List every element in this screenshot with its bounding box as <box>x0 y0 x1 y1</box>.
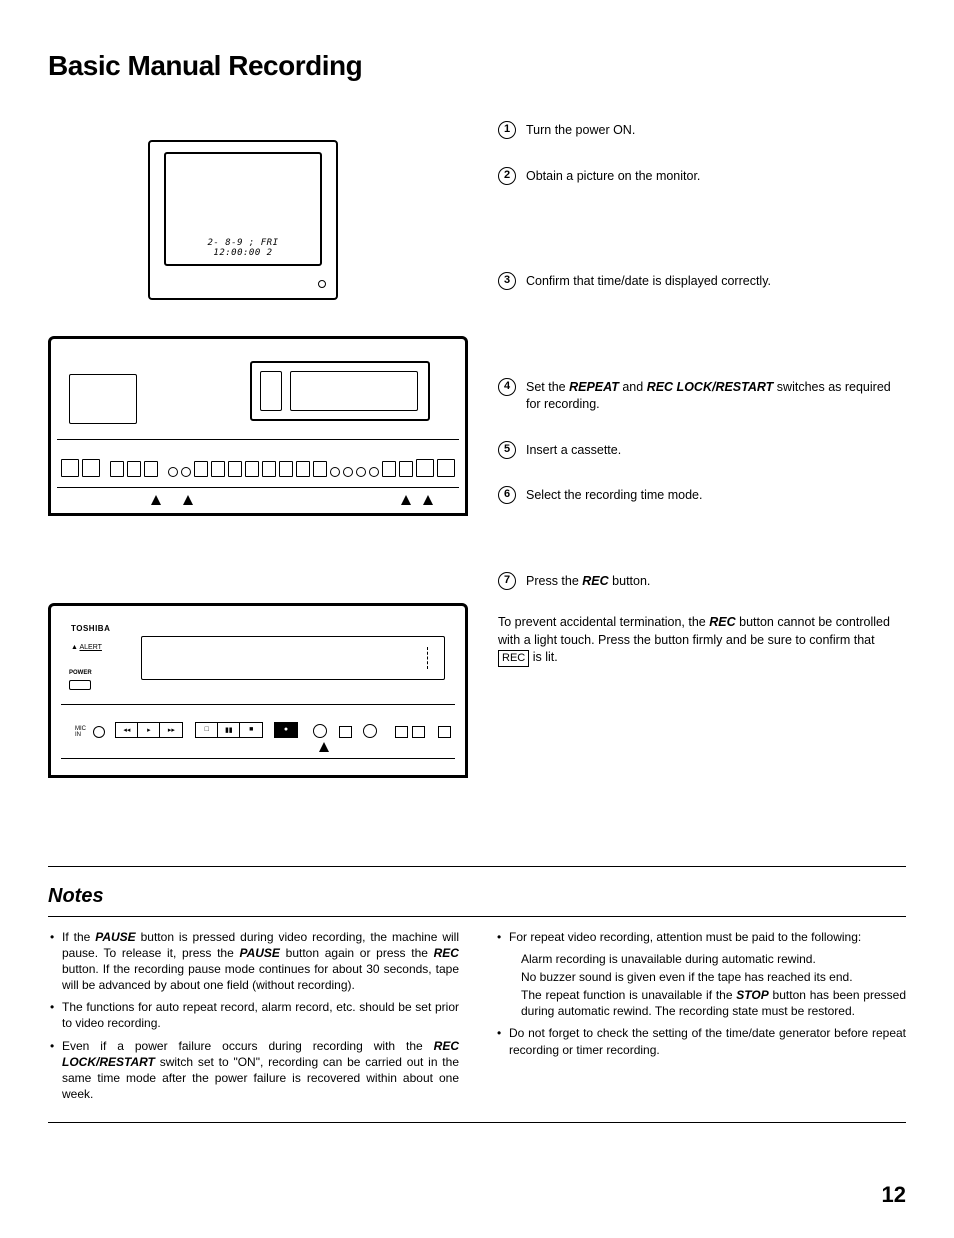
step-number-icon: 6 <box>498 486 516 504</box>
step-6: 6 Select the recording time mode. <box>498 487 906 505</box>
transport-buttons: ◂◂▸▸▸ <box>115 722 183 738</box>
page-title: Basic Manual Recording <box>48 50 906 82</box>
step-1: 1 Turn the power ON. <box>498 122 906 140</box>
notes-heading: Notes <box>48 885 906 908</box>
arrow-indicator-icon <box>183 495 193 505</box>
divider <box>48 916 906 917</box>
monitor-illustration: 2- 8-9 ; FRI 12:00:00 2 <box>148 140 338 300</box>
note-sub-item: The repeat function is unavailable if th… <box>495 987 906 1019</box>
rec-warning-text: To prevent accidental termination, the R… <box>498 614 906 667</box>
arrow-indicator-icon <box>319 742 329 752</box>
step-text: Select the recording time mode. <box>526 487 906 505</box>
step-number-icon: 7 <box>498 572 516 590</box>
notes-columns: If the PAUSE button is pressed during vi… <box>48 929 906 1109</box>
mic-in-label: MIC IN <box>75 726 87 738</box>
brand-label: TOSHIBA <box>71 624 110 633</box>
step-number-icon: 4 <box>498 378 516 396</box>
step-number-icon: 3 <box>498 272 516 290</box>
vcr-rear-illustration <box>48 336 468 516</box>
rec-button-icon: ● <box>275 723 297 737</box>
step-text: Press the REC button. <box>526 573 906 591</box>
vcr-front-illustration: TOSHIBA ▲ ALERT POWER MIC IN ◂◂▸▸▸ □▮▮■ … <box>48 603 468 778</box>
monitor-date-line: 2- 8-9 ; FRI <box>207 238 278 248</box>
divider <box>48 866 906 867</box>
arrow-indicator-icon <box>423 495 433 505</box>
step-5: 5 Insert a cassette. <box>498 442 906 460</box>
arrow-indicator-icon <box>401 495 411 505</box>
step-text: Confirm that time/date is displayed corr… <box>526 273 906 291</box>
step-text: Set the REPEAT and REC LOCK/RESTART swit… <box>526 379 906 414</box>
note-item: For repeat video recording, attention mu… <box>495 929 906 945</box>
step-7: 7 Press the REC button. <box>498 573 906 591</box>
step-number-icon: 1 <box>498 121 516 139</box>
step-4: 4 Set the REPEAT and REC LOCK/RESTART sw… <box>498 379 906 414</box>
power-label: POWER <box>69 670 92 676</box>
knob-icon <box>313 724 327 738</box>
step-number-icon: 5 <box>498 441 516 459</box>
upper-content-row: 2- 8-9 ; FRI 12:00:00 2 <box>48 122 906 533</box>
step-number-icon: 2 <box>498 167 516 185</box>
notes-right-column: For repeat video recording, attention mu… <box>495 929 906 1109</box>
note-item: Even if a power failure occurs during re… <box>48 1038 459 1103</box>
note-item: Do not forget to check the setting of th… <box>495 1025 906 1057</box>
note-item: If the PAUSE button is pressed during vi… <box>48 929 459 994</box>
step-text: Obtain a picture on the monitor. <box>526 168 906 186</box>
step-2: 2 Obtain a picture on the monitor. <box>498 168 906 186</box>
power-button-icon <box>69 680 91 690</box>
notes-left-column: If the PAUSE button is pressed during vi… <box>48 929 459 1109</box>
note-item: The functions for auto repeat record, al… <box>48 999 459 1031</box>
note-sub-item: Alarm recording is unavailable during au… <box>495 951 906 967</box>
knob-icon <box>363 724 377 738</box>
step-3: 3 Confirm that time/date is displayed co… <box>498 273 906 291</box>
mic-jack-icon <box>93 726 105 738</box>
monitor-time-line: 12:00:00 2 <box>213 248 272 258</box>
divider <box>48 1122 906 1123</box>
page-number: 12 <box>882 1182 906 1208</box>
step-text: Turn the power ON. <box>526 122 906 140</box>
note-sub-item: No buzzer sound is given even if the tap… <box>495 969 906 985</box>
alert-label: ▲ ALERT <box>71 644 102 651</box>
lower-content-row: TOSHIBA ▲ ALERT POWER MIC IN ◂◂▸▸▸ □▮▮■ … <box>48 573 906 778</box>
step-text: Insert a cassette. <box>526 442 906 460</box>
arrow-indicator-icon <box>151 495 161 505</box>
